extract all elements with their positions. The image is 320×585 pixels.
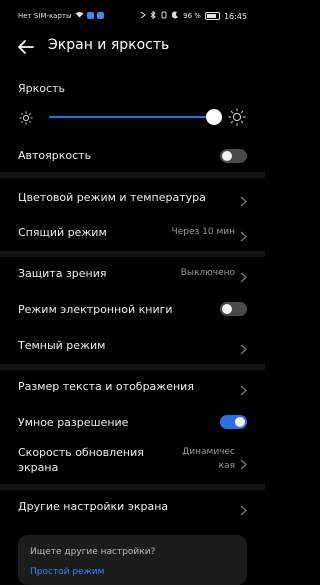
eye-comfort-row[interactable]: Защита зрения Выключено xyxy=(0,258,265,288)
sleep-value: Через 10 мин xyxy=(171,227,235,237)
auto-brightness-label: Автояркость xyxy=(18,149,92,162)
simple-mode-link[interactable]: Простой режим xyxy=(30,567,104,577)
brightness-slider-track[interactable] xyxy=(49,116,214,118)
other-settings-row[interactable]: Другие настройки экрана xyxy=(0,491,265,521)
chevron-right-icon xyxy=(240,268,247,283)
brightness-slider-thumb[interactable] xyxy=(206,109,222,125)
section-divider xyxy=(0,484,265,490)
battery-percent: 96 % xyxy=(183,12,201,20)
do-not-disturb-icon xyxy=(171,11,179,21)
auto-brightness-toggle[interactable] xyxy=(220,149,247,163)
brightness-label: Яркость xyxy=(18,82,65,95)
refresh-rate-label-line2: экрана xyxy=(18,461,59,474)
chevron-right-icon xyxy=(240,455,247,470)
ebook-mode-row[interactable]: Режим электронной книги xyxy=(0,294,265,324)
section-divider xyxy=(0,364,265,370)
dark-mode-row[interactable]: Темный режим xyxy=(0,330,265,360)
text-size-row[interactable]: Размер текста и отображения xyxy=(0,371,265,401)
brightness-slider-row xyxy=(0,104,265,130)
status-time: 16:45 xyxy=(223,11,247,21)
color-mode-row[interactable]: Цветовой режим и температура xyxy=(0,182,265,212)
toggle-knob xyxy=(222,304,232,314)
back-arrow-icon[interactable] xyxy=(16,37,36,57)
suggestion-card: Ищете другие настройки? Простой режим xyxy=(18,535,247,585)
chevron-right-icon xyxy=(240,381,247,396)
ebook-mode-toggle[interactable] xyxy=(220,302,247,316)
refresh-rate-row[interactable]: Скорость обновления экрана Динамичес кая xyxy=(0,441,265,481)
other-settings-label: Другие настройки экрана xyxy=(18,500,169,513)
dark-mode-label: Темный режим xyxy=(18,339,106,352)
smart-resolution-row[interactable]: Умное разрешение xyxy=(0,407,265,437)
nfc-icon xyxy=(140,11,146,21)
chevron-right-icon xyxy=(240,192,247,207)
eye-comfort-label: Защита зрения xyxy=(18,267,107,280)
refresh-rate-label-line1: Скорость обновления xyxy=(18,446,144,459)
battery-icon xyxy=(204,12,220,20)
sun-small-icon xyxy=(19,110,33,125)
section-divider xyxy=(0,172,265,178)
auto-brightness-row[interactable]: Автояркость xyxy=(0,142,265,170)
app-header: Экран и яркость xyxy=(0,32,265,62)
sleep-row[interactable]: Спящий режим Через 10 мин xyxy=(0,217,265,247)
sleep-label: Спящий режим xyxy=(18,226,107,239)
color-mode-label: Цветовой режим и температура xyxy=(18,191,206,204)
ebook-mode-label: Режим электронной книги xyxy=(18,303,173,316)
carrier-text: Нет SIM-карты xyxy=(18,11,72,20)
eye-comfort-value: Выключено xyxy=(180,268,235,278)
smart-resolution-toggle[interactable] xyxy=(220,415,247,429)
refresh-rate-value-line2: кая xyxy=(218,461,235,471)
suggestion-title: Ищете другие настройки? xyxy=(30,547,156,557)
toggle-knob xyxy=(235,417,245,427)
section-divider xyxy=(0,251,265,257)
chevron-right-icon xyxy=(240,227,247,242)
bluetooth-icon xyxy=(150,10,156,21)
text-size-label: Размер текста и отображения xyxy=(18,380,194,393)
smart-resolution-label: Умное разрешение xyxy=(18,416,129,429)
sun-large-icon xyxy=(228,108,246,126)
refresh-rate-value-line1: Динамичес xyxy=(182,447,235,457)
vibrate-icon xyxy=(160,11,168,21)
notification-icon xyxy=(86,12,94,19)
status-bar: Нет SIM-карты 96 % 16:45 xyxy=(0,0,265,32)
wifi-icon xyxy=(75,11,84,20)
chevron-right-icon xyxy=(240,501,247,516)
chevron-right-icon xyxy=(240,340,247,355)
toggle-knob xyxy=(222,151,232,161)
page-title: Экран и яркость xyxy=(48,37,170,53)
app-notification-icon xyxy=(96,12,104,19)
